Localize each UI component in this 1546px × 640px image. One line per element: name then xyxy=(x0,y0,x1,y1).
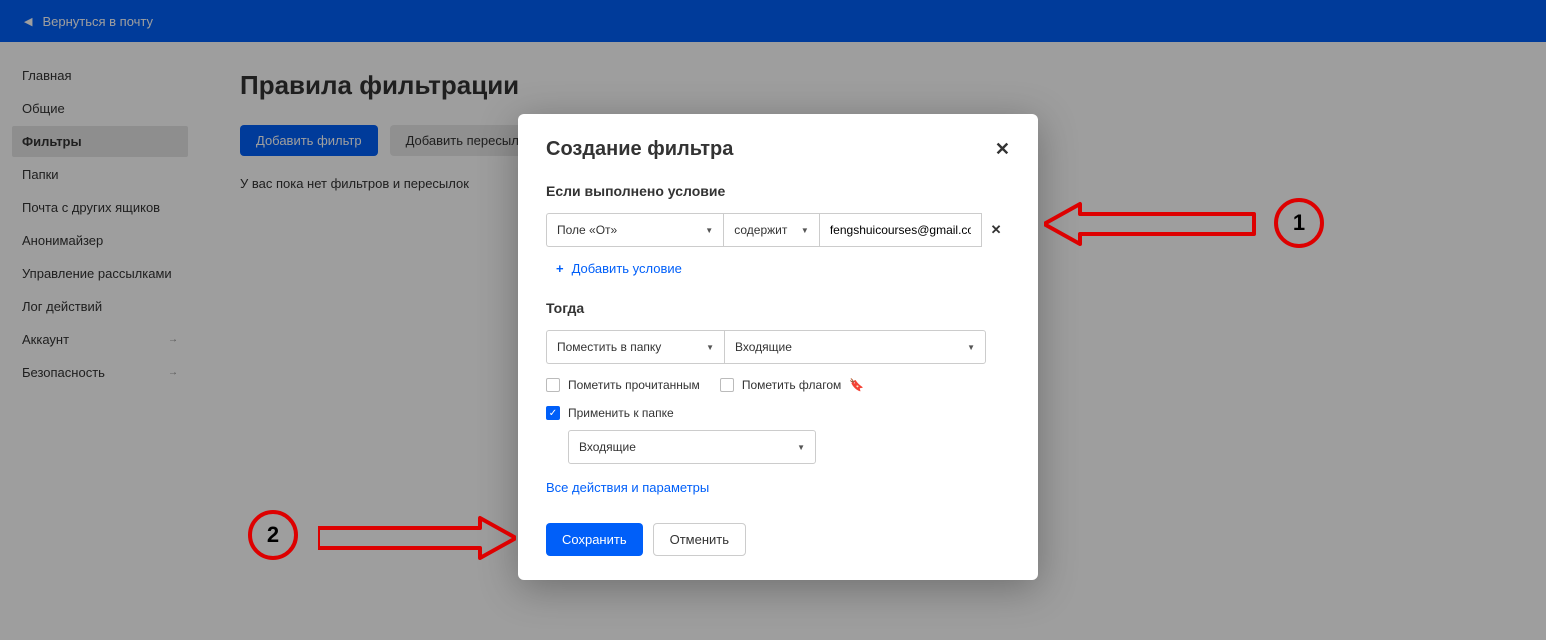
cancel-button[interactable]: Отменить xyxy=(653,523,746,556)
all-actions-link[interactable]: Все действия и параметры xyxy=(546,480,709,495)
remove-condition-icon[interactable]: ✕ xyxy=(982,222,1010,238)
create-filter-modal: Создание фильтра ✕ Если выполнено услови… xyxy=(518,114,1038,580)
caret-down-icon: ▼ xyxy=(706,343,714,352)
caret-down-icon: ▼ xyxy=(797,443,805,452)
action-row: Поместить в папку ▼ Входящие ▼ xyxy=(546,330,1010,364)
apply-to-folder-label: Применить к папке xyxy=(568,406,674,420)
checkbox-checked-icon: ✓ xyxy=(546,406,560,420)
annotation-number: 1 xyxy=(1293,210,1305,236)
operator-select[interactable]: содержит ▼ xyxy=(723,213,819,247)
annotation-arrow-2 xyxy=(318,514,516,562)
modal-footer: Сохранить Отменить xyxy=(546,523,1010,556)
apply-folder-value: Входящие xyxy=(579,440,636,454)
add-condition-link[interactable]: + Добавить условие xyxy=(546,261,1010,276)
mark-flag-checkbox[interactable]: Пометить флагом 🔖 xyxy=(720,378,864,392)
action-select-value: Поместить в папку xyxy=(557,340,661,354)
caret-down-icon: ▼ xyxy=(801,226,809,235)
annotation-number: 2 xyxy=(267,522,279,548)
caret-down-icon: ▼ xyxy=(967,343,975,352)
mark-flag-label: Пометить флагом xyxy=(742,378,841,392)
close-icon[interactable]: ✕ xyxy=(995,139,1010,160)
condition-section-label: Если выполнено условие xyxy=(546,183,1010,199)
checkbox-row: Пометить прочитанным Пометить флагом 🔖 xyxy=(546,378,1010,392)
mark-read-checkbox[interactable]: Пометить прочитанным xyxy=(546,378,700,392)
save-button[interactable]: Сохранить xyxy=(546,523,643,556)
operator-select-value: содержит xyxy=(734,223,787,237)
annotation-circle-1: 1 xyxy=(1274,198,1324,248)
then-section-label: Тогда xyxy=(546,300,1010,316)
field-select-value: Поле «От» xyxy=(557,223,617,237)
modal-title: Создание фильтра xyxy=(546,138,733,161)
apply-to-folder-checkbox[interactable]: ✓ Применить к папке xyxy=(546,406,1010,420)
checkbox-icon xyxy=(720,378,734,392)
mark-read-label: Пометить прочитанным xyxy=(568,378,700,392)
flag-icon: 🔖 xyxy=(849,378,864,392)
checkbox-icon xyxy=(546,378,560,392)
action-select[interactable]: Поместить в папку ▼ xyxy=(546,330,724,364)
field-select[interactable]: Поле «От» ▼ xyxy=(546,213,723,247)
annotation-circle-2: 2 xyxy=(248,510,298,560)
value-input-wrapper xyxy=(819,213,982,247)
annotation-arrow-1 xyxy=(1044,198,1266,250)
add-condition-label: Добавить условие xyxy=(572,261,682,276)
caret-down-icon: ▼ xyxy=(705,226,713,235)
value-input[interactable] xyxy=(830,223,971,237)
modal-header: Создание фильтра ✕ xyxy=(546,138,1010,161)
folder-select-value: Входящие xyxy=(735,340,792,354)
apply-folder-select[interactable]: Входящие ▼ xyxy=(568,430,816,464)
condition-row: Поле «От» ▼ содержит ▼ ✕ xyxy=(546,213,1010,247)
folder-select[interactable]: Входящие ▼ xyxy=(724,330,986,364)
plus-icon: + xyxy=(556,261,564,276)
